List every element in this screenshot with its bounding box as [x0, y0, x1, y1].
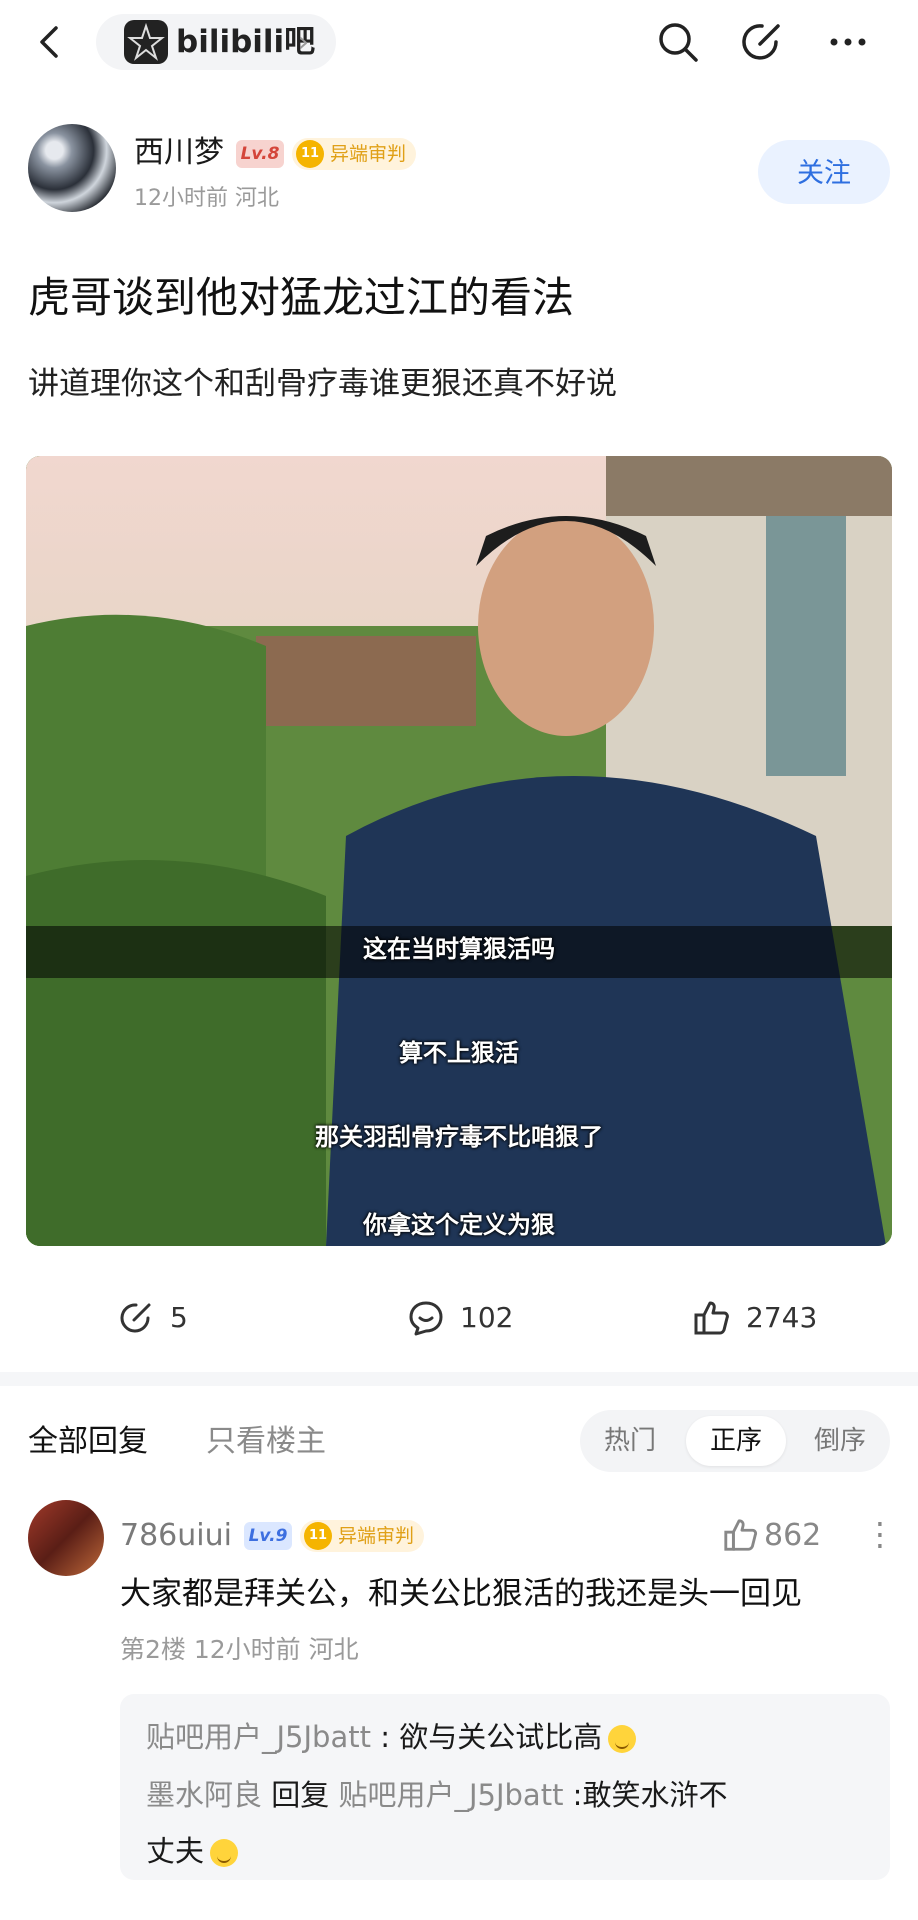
like-icon[interactable]	[692, 1298, 732, 1338]
medal-icon: 11	[304, 1522, 332, 1550]
share-icon[interactable]	[116, 1298, 156, 1338]
more-icon[interactable]	[824, 18, 872, 66]
reply-separator: :	[370, 1720, 400, 1754]
share-count: 5	[170, 1301, 188, 1334]
reply-item: 贴吧用户_J5Jbatt : 欲与关公试比高	[146, 1716, 637, 1758]
more-vertical-icon[interactable]: ⋮	[864, 1514, 896, 1554]
subtitle-line: 算不上狠活	[399, 1039, 519, 1067]
reply-text: 丈夫	[146, 1834, 205, 1868]
reply-user[interactable]: 贴吧用户_J5Jbatt	[146, 1720, 371, 1754]
follow-button[interactable]: 关注	[758, 140, 890, 204]
sort-ascending[interactable]: 正序	[686, 1416, 786, 1466]
section-divider	[0, 1372, 918, 1386]
reply-text: 欲与关公试比高	[399, 1720, 603, 1754]
author-avatar[interactable]	[28, 124, 116, 212]
commenter-name[interactable]: 786uiui	[120, 1516, 232, 1556]
comment-count: 102	[460, 1301, 514, 1334]
forum-logo-icon	[124, 20, 168, 64]
sort-descending[interactable]: 倒序	[790, 1410, 890, 1472]
honor-title: 异端审判	[338, 1525, 415, 1547]
reply-item: 墨水阿良 回复 贴吧用户_J5Jbatt :敢笑水浒不	[146, 1774, 727, 1816]
forum-name[interactable]: bilibili吧	[176, 22, 315, 62]
chevron-right-icon: ›	[298, 25, 310, 58]
honor-badge: 11 异端审判	[300, 1520, 425, 1552]
comment-icon[interactable]	[406, 1298, 446, 1338]
tab-host-only[interactable]: 只看楼主	[206, 1422, 326, 1462]
comment-meta: 第2楼 12小时前 河北	[120, 1635, 359, 1664]
medal-icon: 11	[296, 140, 324, 168]
post-body: 讲道理你这个和刮骨疗毒谁更狠还真不好说	[28, 366, 617, 402]
subtitle-line: 你拿这个定义为狠	[363, 1211, 555, 1239]
tab-all-replies[interactable]: 全部回复	[28, 1422, 148, 1462]
honor-badge: 11 异端审判	[292, 138, 417, 170]
smile-emoji-icon	[608, 1725, 637, 1753]
commenter-avatar[interactable]	[28, 1500, 104, 1576]
edit-icon[interactable]	[738, 18, 786, 66]
reply-user[interactable]: 墨水阿良	[146, 1778, 262, 1812]
sort-hot[interactable]: 热门	[580, 1410, 680, 1472]
subtitle-line: 这在当时算狠活吗	[363, 935, 555, 963]
like-count: 2743	[746, 1301, 818, 1334]
reply-target[interactable]: 贴吧用户_J5Jbatt	[338, 1778, 563, 1812]
like-icon[interactable]	[722, 1516, 760, 1554]
post-title: 虎哥谈到他对猛龙过江的看法	[28, 273, 575, 322]
reply-word: 回复	[271, 1778, 330, 1812]
honor-title: 异端审判	[330, 143, 407, 165]
reply-item-continued: 丈夫	[146, 1830, 239, 1872]
reply-text: :敢笑水浒不	[563, 1778, 728, 1812]
comment-like-count: 862	[764, 1518, 822, 1553]
smile-emoji-icon	[210, 1839, 239, 1867]
back-arrow-icon[interactable]	[30, 22, 70, 62]
level-badge: Lv.9	[244, 1522, 292, 1550]
search-icon[interactable]	[654, 18, 702, 66]
comment-text: 大家都是拜关公，和关公比狠活的我还是头一回见	[120, 1576, 802, 1612]
subtitle-line: 那关羽刮骨疗毒不比咱狠了	[315, 1123, 603, 1151]
post-time-location: 12小时前 河北	[134, 186, 279, 211]
author-name[interactable]: 西川梦	[134, 134, 224, 172]
level-badge: Lv.8	[236, 140, 284, 168]
post-image[interactable]: 这在当时算狠活吗 算不上狠活 那关羽刮骨疗毒不比咱狠了 你拿这个定义为狠	[26, 456, 892, 1246]
